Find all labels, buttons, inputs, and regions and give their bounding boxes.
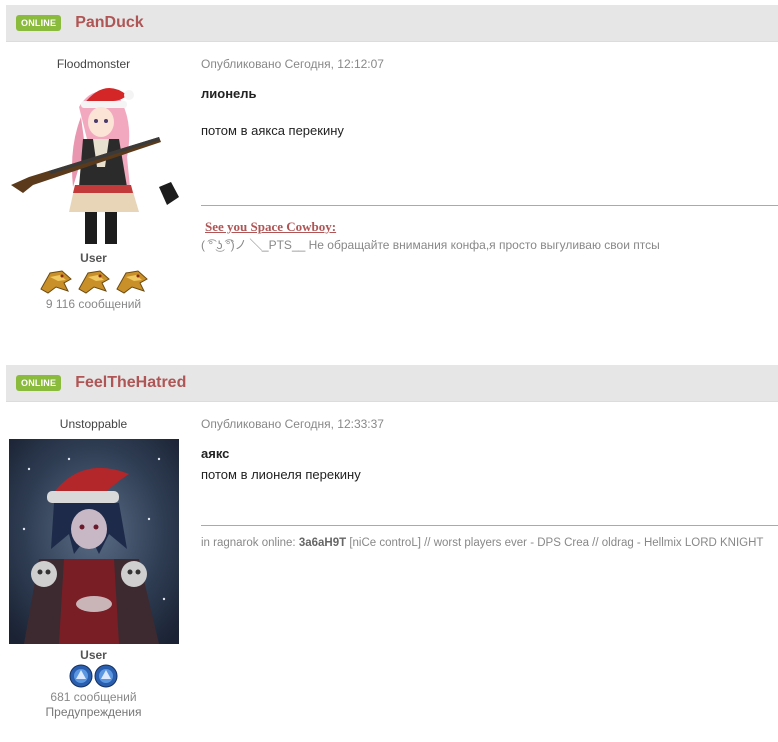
user-title: Unstoppable xyxy=(59,417,128,431)
signature-title[interactable]: See you Space Cowboy: xyxy=(205,219,778,235)
post-text-line: аякс xyxy=(201,446,230,461)
post-content: Опубликовано Сегодня, 12:12:07 лионель п… xyxy=(201,42,778,253)
avatar[interactable] xyxy=(8,77,179,247)
post-text-line: потом в аякса перекину xyxy=(201,123,344,138)
user-group: User xyxy=(80,251,107,265)
golden-dragon-rank-icon xyxy=(115,270,148,294)
avatar[interactable] xyxy=(8,439,179,644)
online-badge: ONLINE xyxy=(16,15,62,31)
post-content: Опубликовано Сегодня, 12:33:37 аякс пото… xyxy=(201,402,778,549)
post-date: Опубликовано Сегодня, 12:33:37 xyxy=(201,417,384,431)
blue-orb-rank-icon xyxy=(69,664,93,688)
signature-text: ( ͡° ͜ʖ ͡°)ノ ╲_PTS__ Не обращайте вниман… xyxy=(201,238,660,252)
signature-divider xyxy=(201,205,778,206)
warnings-link[interactable]: Предупреждения xyxy=(6,705,181,719)
post-count[interactable]: 9 116 сообщений xyxy=(6,297,181,311)
golden-dragon-rank-icon xyxy=(77,270,110,294)
post-2: ONLINE FeelTheHatred Unstoppable User 68… xyxy=(6,365,778,719)
user-group: User xyxy=(80,648,107,662)
signature-text: in ragnarok online: 3a6aH9T [niCe contro… xyxy=(201,537,778,549)
author-info: Unstoppable User 681 сообщений Предупреж… xyxy=(6,402,181,719)
post-header: ONLINE FeelTheHatred xyxy=(6,365,778,402)
post-date: Опубликовано Сегодня, 12:12:07 xyxy=(201,57,384,71)
signature: See you Space Cowboy: ( ͡° ͜ʖ ͡°)ノ ╲_PTS… xyxy=(201,219,778,253)
signature-divider xyxy=(201,525,778,526)
username-link[interactable]: PanDuck xyxy=(75,14,143,32)
online-badge: ONLINE xyxy=(16,375,62,391)
post-1: ONLINE PanDuck Floodmonster User 9 116 с… xyxy=(6,5,778,311)
signature-prefix: in ragnarok online: xyxy=(201,537,299,549)
post-header: ONLINE PanDuck xyxy=(6,5,778,42)
post-text-line: лионель xyxy=(201,86,257,101)
blue-orb-rank-icon xyxy=(94,664,118,688)
rank-pips xyxy=(6,664,181,688)
author-info: Floodmonster User 9 116 сообщений xyxy=(6,42,181,311)
user-title: Floodmonster xyxy=(56,57,131,71)
username-link[interactable]: FeelTheHatred xyxy=(75,374,186,392)
rank-pips xyxy=(6,267,181,295)
signature-charname: 3a6aH9T xyxy=(298,537,347,549)
golden-dragon-rank-icon xyxy=(39,270,72,294)
post-count[interactable]: 681 сообщений xyxy=(6,690,181,704)
signature-rest: [niCe controL] // worst players ever - D… xyxy=(346,537,764,549)
post-text-line: потом в лионеля перекину xyxy=(201,467,361,482)
